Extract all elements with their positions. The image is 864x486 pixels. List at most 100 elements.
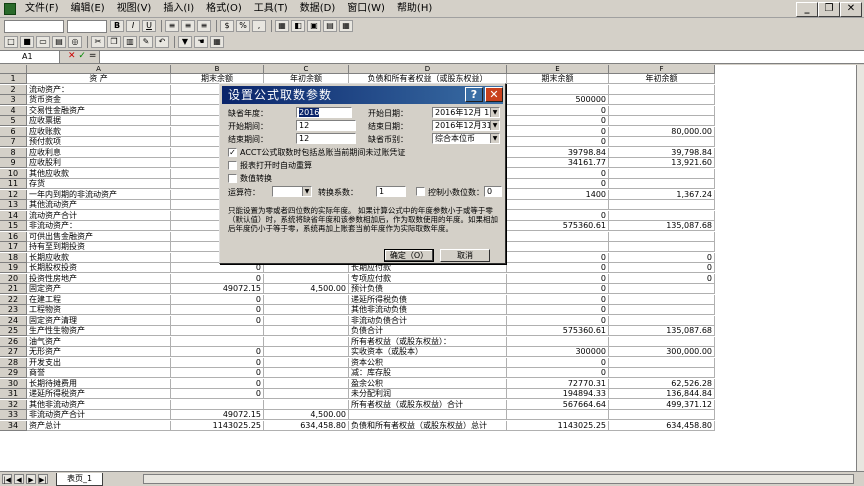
align-center-icon[interactable]: ≡ [181,20,195,32]
cell[interactable] [507,410,609,420]
cell[interactable]: 0 [507,357,609,368]
cell[interactable]: 0 [171,357,264,368]
cell[interactable] [609,294,715,305]
cell[interactable]: 0 [171,294,264,305]
column-header[interactable]: C [264,65,349,74]
cell[interactable]: 1143025.25 [507,420,609,431]
lock-icon[interactable]: ▣ [307,20,321,32]
restore-button[interactable]: ❐ [818,2,840,17]
cell[interactable]: 0 [171,378,264,389]
cell[interactable]: 一年内到期的非流动资产 [27,189,171,200]
cell[interactable]: 634,458.80 [609,420,715,431]
cell[interactable]: 136,844.84 [609,389,715,399]
cell[interactable]: 资本公积 [349,357,507,368]
row-header[interactable]: 17 [0,242,27,252]
value-convert-checkbox[interactable] [228,174,237,183]
cell[interactable] [264,294,349,305]
hand-icon[interactable]: ☚ [194,36,208,48]
align-right-icon[interactable]: ≡ [197,20,211,32]
next-sheet-icon[interactable]: ▶ [26,474,36,484]
cell[interactable]: 应收账款 [27,126,171,137]
column-header[interactable]: A [27,65,171,74]
menu-item[interactable]: 编辑(E) [65,0,111,18]
cell[interactable]: 13,921.60 [609,158,715,168]
end-date-input[interactable]: 2016年12月31日 ▼ [432,120,500,131]
cell[interactable]: 流动资产： [27,84,171,95]
cell[interactable]: 存货 [27,179,171,189]
row-header[interactable]: 12 [0,189,27,200]
cell[interactable]: 交易性金融资产 [27,105,171,116]
row-header[interactable]: 33 [0,410,27,420]
row-header[interactable]: 24 [0,315,27,326]
cell[interactable]: 油气资产 [27,336,171,347]
cell[interactable]: 0 [171,389,264,399]
auto-recalc-checkbox[interactable] [228,161,237,170]
cell[interactable]: 135,087.68 [609,326,715,336]
row-header[interactable]: 25 [0,326,27,336]
row-header[interactable]: 21 [0,284,27,294]
cell[interactable]: 0 [507,368,609,378]
formula-input[interactable] [100,51,864,63]
cell[interactable] [264,399,349,410]
cell[interactable] [609,116,715,126]
cell[interactable] [609,305,715,315]
row-header[interactable]: 10 [0,168,27,179]
cell[interactable]: 0 [507,137,609,147]
cell[interactable]: 长期应付款 [349,263,507,273]
column-header[interactable]: F [609,65,715,74]
open-icon[interactable]: ▭ [36,36,50,48]
menu-item[interactable]: 窗口(W) [341,0,391,18]
operator-select[interactable]: ▼ [272,186,312,197]
cell[interactable]: 年初余额 [609,74,715,84]
cell[interactable]: 其他非流动资产 [27,399,171,410]
cell[interactable] [171,399,264,410]
cell[interactable]: 可供出售金融资产 [27,231,171,242]
cell[interactable]: 减：库存股 [349,368,507,378]
cell[interactable] [264,305,349,315]
cell[interactable] [609,168,715,179]
start-period-input[interactable]: 12 [296,120,356,131]
font-name-combo[interactable] [4,19,64,33]
menu-item[interactable]: 数据(D) [294,0,342,18]
start-date-input[interactable]: 2016年12月 1日 ▼ [432,107,500,118]
horizontal-scrollbar[interactable] [143,474,854,484]
menu-item[interactable]: 插入(I) [157,0,200,18]
cell[interactable] [264,378,349,389]
cell[interactable]: 无形资产 [27,347,171,357]
row-header[interactable]: 32 [0,399,27,410]
preview-icon[interactable]: ◎ [68,36,82,48]
border-icon[interactable]: ▦ [275,20,289,32]
cell[interactable]: 575360.61 [507,221,609,231]
cell[interactable]: 0 [171,273,264,284]
cell[interactable]: 未分配利润 [349,389,507,399]
cell[interactable] [507,200,609,210]
cell[interactable]: 应收利息 [27,147,171,158]
italic-icon[interactable]: I [126,20,140,32]
currency-icon[interactable]: $ [220,20,234,32]
cell[interactable]: 长期应收款 [27,252,171,263]
cell[interactable] [609,179,715,189]
cell[interactable]: 0 [507,116,609,126]
underline-icon[interactable]: U [142,20,156,32]
cell[interactable]: 0 [609,252,715,263]
cell[interactable]: 递延所得税资产 [27,389,171,399]
cell[interactable]: 0 [507,105,609,116]
close-icon[interactable]: ✕ [485,87,503,102]
row-header[interactable]: 8 [0,147,27,158]
cell[interactable]: 固定资产清理 [27,315,171,326]
cell[interactable]: 194894.33 [507,389,609,399]
sheet-tab[interactable]: 表页_1 [56,472,104,486]
cell[interactable] [264,357,349,368]
cell[interactable]: 商誉 [27,368,171,378]
cell[interactable]: 其他非流动负债 [349,305,507,315]
row-header[interactable]: 28 [0,357,27,368]
cell[interactable]: 0 [507,168,609,179]
cut-icon[interactable]: ✂ [91,36,105,48]
cell[interactable] [609,200,715,210]
cell[interactable]: 0 [507,263,609,273]
coef-input[interactable]: 1 [376,186,406,197]
row-header[interactable]: 1 [0,74,27,84]
cell[interactable]: 4,500.00 [264,284,349,294]
sort-icon[interactable]: ▼ [178,36,192,48]
cell[interactable]: 634,458.80 [264,420,349,431]
